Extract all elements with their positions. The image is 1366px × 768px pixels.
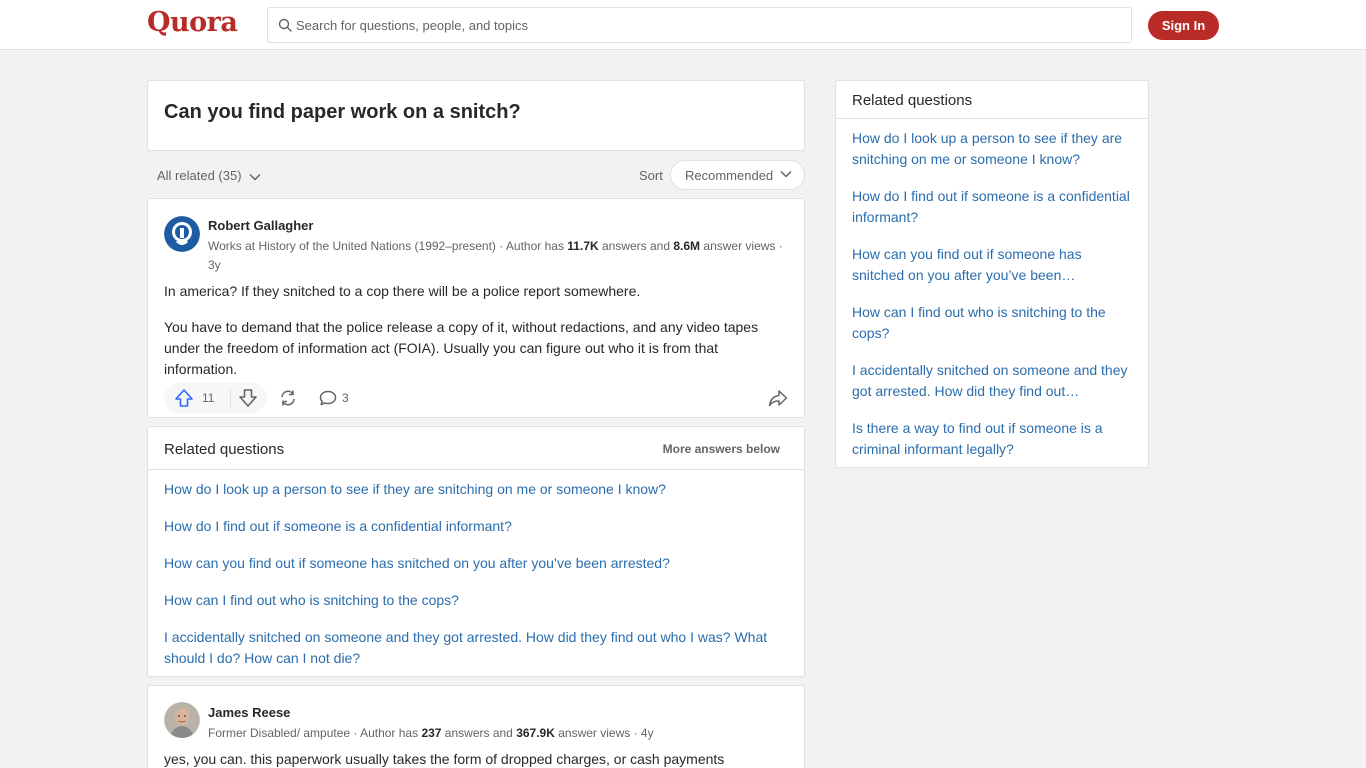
views-count: 367.9K [516, 726, 555, 740]
quora-logo[interactable]: Quora [147, 7, 238, 38]
answers-count: 11.7K [567, 239, 599, 253]
filter-label: All related (35) [157, 168, 242, 183]
sort-value: Recommended [685, 167, 774, 183]
question-card: Can you find paper work on a snitch? [147, 80, 805, 151]
related-question-link[interactable]: How can you find out if someone has snit… [164, 553, 794, 574]
sidebar-question-link[interactable]: How can I find out who is snitching to t… [852, 302, 1137, 344]
answer-card: James Reese Former Disabled/ amputee · A… [147, 685, 805, 768]
downvote-icon[interactable] [238, 389, 258, 407]
answer-paragraph: You have to demand that the police relea… [164, 319, 759, 377]
answer-paragraph: In america? If they snitched to a cop th… [164, 283, 641, 299]
upvote-icon[interactable] [174, 389, 194, 407]
author-credential: Former Disabled/ amputee · Author has 23… [208, 724, 793, 743]
author-name[interactable]: Robert Gallagher [208, 218, 313, 233]
more-answers-below: More answers below [662, 442, 780, 456]
cred-text: Works at History of the United Nations (… [208, 239, 568, 253]
sidebar-question-link[interactable]: I accidentally snitched on someone and t… [852, 360, 1137, 402]
search-bar[interactable] [267, 7, 1132, 43]
cred-text: answer views · 4y [554, 726, 654, 740]
cred-text: answers and [441, 726, 517, 740]
answer-card: Robert Gallagher Works at History of the… [147, 198, 805, 418]
author-name[interactable]: James Reese [208, 705, 290, 720]
vote-pill: 11 [164, 383, 267, 413]
cred-text: answers and [598, 239, 674, 253]
sidebar-question-link[interactable]: How do I look up a person to see if they… [852, 128, 1137, 170]
sidebar-question-link[interactable]: Is there a way to find out if someone is… [852, 418, 1137, 460]
cred-text: Former Disabled/ amputee · Author has [208, 726, 422, 740]
answer-actions: 11 3 [164, 383, 790, 413]
all-related-filter[interactable]: All related (35) [157, 168, 261, 183]
search-icon [278, 18, 292, 32]
related-questions-card: Related questions More answers below How… [147, 426, 805, 677]
chevron-down-icon [249, 173, 261, 181]
sidebar-question-link[interactable]: How can you find out if someone has snit… [852, 244, 1137, 286]
related-title: Related questions [164, 441, 285, 458]
related-question-link[interactable]: I accidentally snitched on someone and t… [164, 627, 794, 669]
search-input[interactable] [296, 8, 1116, 42]
share-forward-icon[interactable] [768, 389, 788, 407]
comment-icon[interactable] [319, 390, 337, 406]
sidebar-question-link[interactable]: How do I find out if someone is a confid… [852, 186, 1137, 228]
upvote-count: 11 [202, 391, 215, 405]
related-question-link[interactable]: How do I find out if someone is a confid… [164, 516, 794, 537]
sidebar-header: Related questions [836, 81, 1148, 119]
related-question-link[interactable]: How can I find out who is snitching to t… [164, 590, 794, 611]
avatar[interactable] [164, 216, 200, 252]
un-emblem-avatar-icon [164, 216, 200, 252]
reshare-icon[interactable] [278, 389, 298, 407]
chevron-down-icon [780, 170, 792, 178]
user-photo-avatar-icon [164, 702, 200, 738]
related-header: Related questions More answers below [148, 427, 804, 470]
related-question-link[interactable]: How do I look up a person to see if they… [164, 479, 794, 500]
sort-label: Sort [639, 168, 663, 183]
vote-divider [230, 389, 231, 407]
views-count: 8.6M [673, 239, 701, 253]
question-title: Can you find paper work on a snitch? [164, 101, 521, 123]
sidebar-title: Related questions [852, 92, 973, 109]
sidebar-related-questions: Related questions How do I look up a per… [835, 80, 1149, 468]
sort-dropdown[interactable]: Recommended [670, 160, 805, 190]
author-credential: Works at History of the United Nations (… [208, 237, 793, 275]
avatar[interactable] [164, 702, 200, 738]
comment-count: 3 [342, 391, 349, 405]
answers-count: 237 [421, 726, 442, 740]
answer-paragraph: yes, you can. this paperwork usually tak… [164, 751, 725, 767]
sign-in-button[interactable]: Sign In [1148, 11, 1219, 40]
top-navbar: Quora Sign In [0, 0, 1366, 50]
